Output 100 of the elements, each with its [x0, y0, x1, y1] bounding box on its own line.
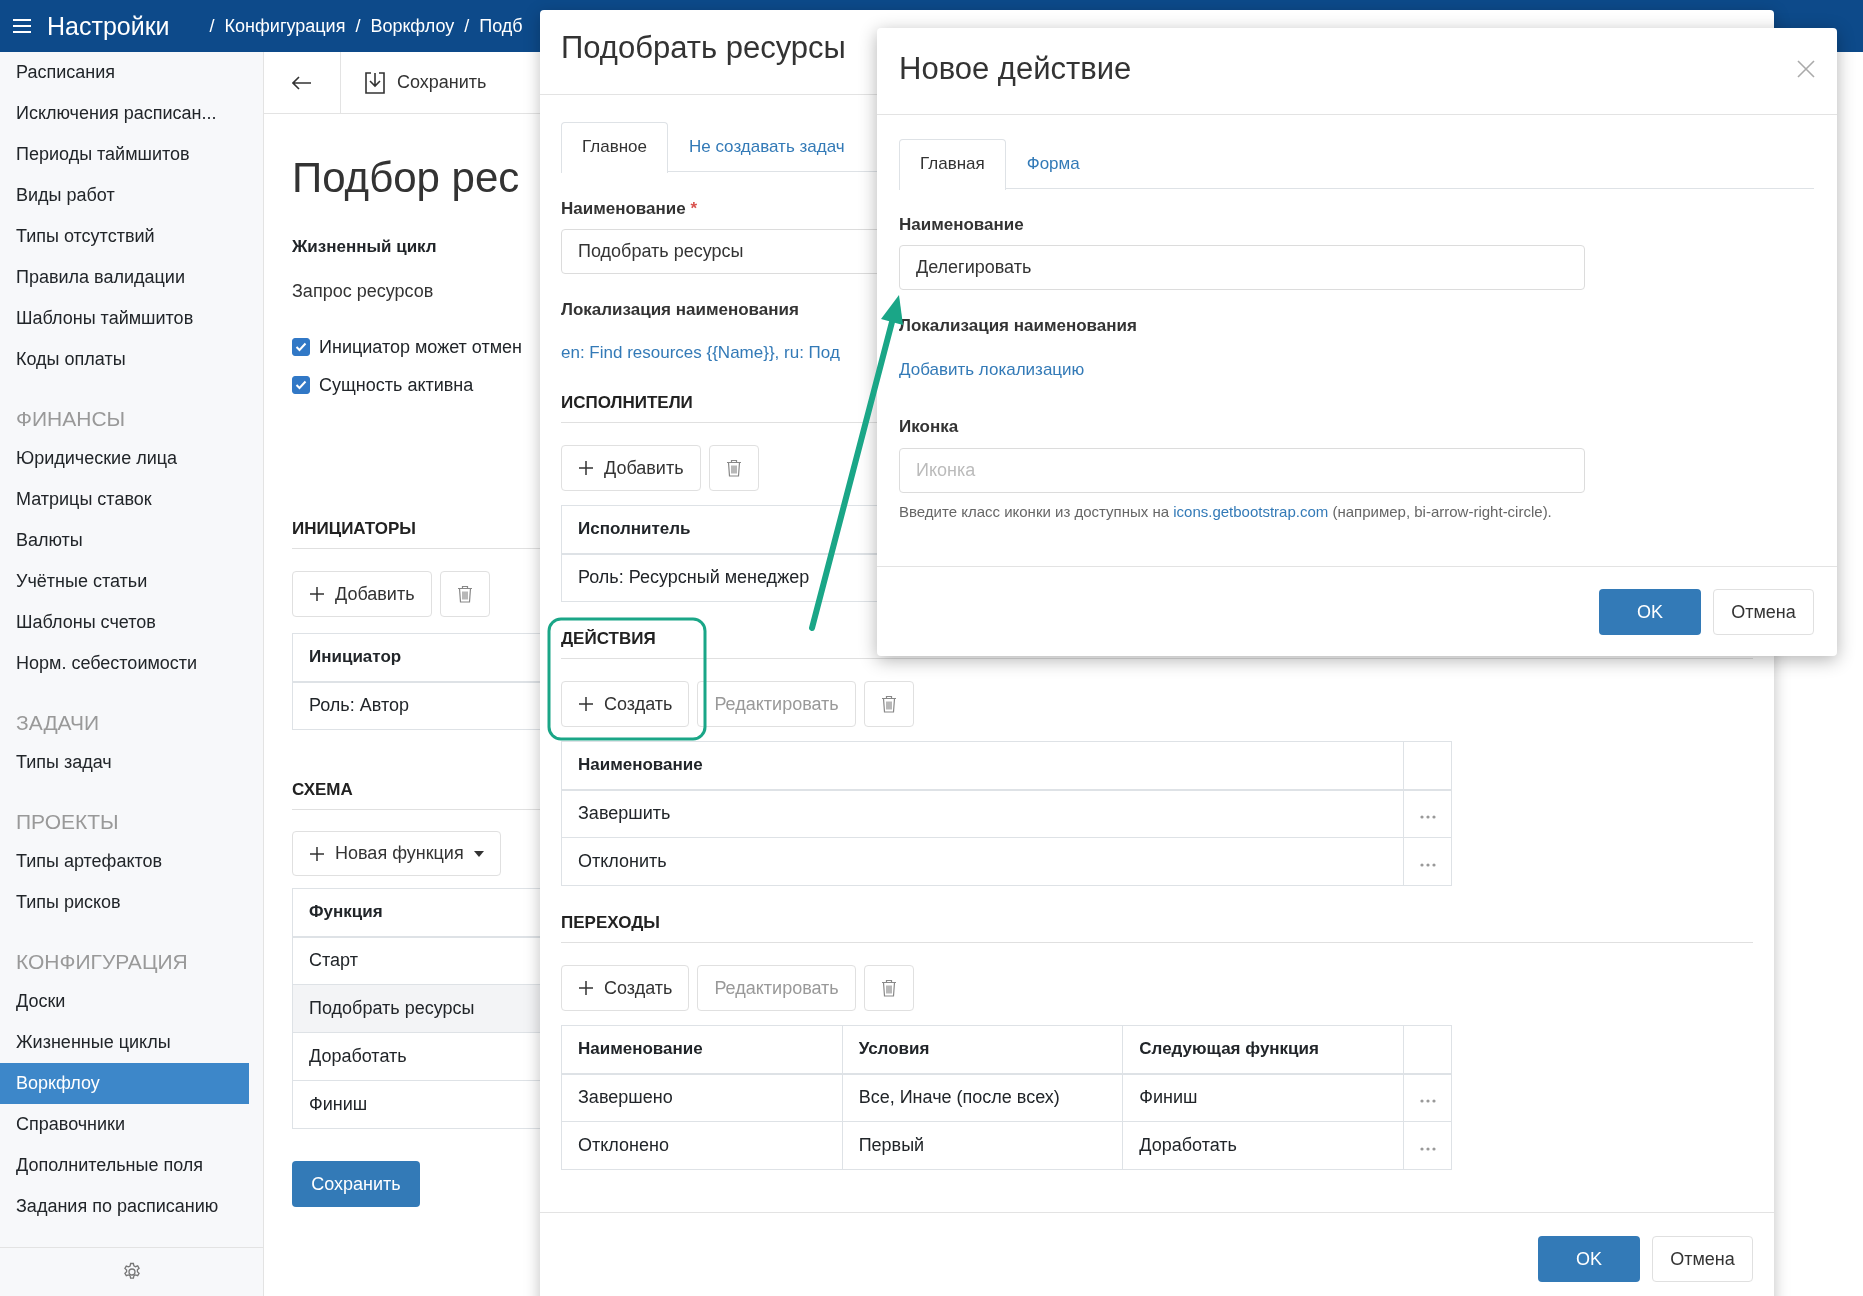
- field-label: Наименование: [899, 214, 1025, 236]
- dialog-title: Новое действие: [899, 51, 1132, 87]
- sidebar-item[interactable]: Типы отсутствий: [0, 216, 249, 257]
- tab[interactable]: Не создавать задач: [667, 122, 866, 172]
- back-arrow-icon: [292, 75, 312, 90]
- table-cell: Доработать: [1122, 1121, 1404, 1170]
- sidebar-item[interactable]: Периоды таймшитов: [0, 134, 249, 175]
- link[interactable]: icons.getbootstrap.com: [1173, 502, 1329, 522]
- add-button[interactable]: Создать: [561, 965, 690, 1011]
- ok-button[interactable]: OK: [1599, 589, 1701, 635]
- table-cell: Отклонить: [561, 837, 1404, 886]
- column-header: Наименование: [561, 741, 1404, 790]
- table-cell: Финиш: [1122, 1073, 1404, 1122]
- sidebar-item[interactable]: Коды оплаты: [0, 339, 249, 380]
- name-field[interactable]: Делегировать: [899, 245, 1585, 290]
- plus-icon: [578, 460, 594, 476]
- trash-icon: [456, 585, 473, 603]
- plus-icon: [578, 696, 594, 712]
- sidebar-item[interactable]: Типы рисков: [0, 882, 249, 923]
- close-icon[interactable]: [1797, 60, 1815, 78]
- save-icon: [363, 70, 387, 95]
- breadcrumb-separator: /: [209, 15, 215, 37]
- sidebar-item[interactable]: Типы артефактов: [0, 841, 249, 882]
- table-cell: Все, Иначе (после всех): [842, 1073, 1123, 1122]
- breadcrumb-link[interactable]: Подб: [479, 15, 523, 37]
- checkbox[interactable]: [292, 338, 310, 356]
- sidebar-item[interactable]: Доски: [0, 981, 249, 1022]
- sidebar-heading: ФИНАНСЫ: [15, 406, 127, 432]
- sidebar-heading: КОНФИГУРАЦИЯ: [15, 949, 189, 975]
- trash-icon: [880, 695, 897, 713]
- trash-icon: [880, 979, 897, 997]
- icon-field[interactable]: Иконка: [899, 448, 1585, 493]
- add-button[interactable]: Добавить: [561, 445, 701, 491]
- save-button[interactable]: Сохранить: [292, 1161, 420, 1207]
- cancel-button[interactable]: Отмена: [1713, 589, 1814, 635]
- sidebar-item[interactable]: Воркфлоу: [0, 1063, 249, 1104]
- menu-icon[interactable]: [13, 19, 31, 33]
- sidebar-item[interactable]: Задания по расписанию: [0, 1186, 249, 1227]
- cancel-button[interactable]: Отмена: [1652, 1236, 1753, 1282]
- field-label: Локализация наименования: [561, 299, 800, 321]
- sidebar-item[interactable]: Валюты: [0, 520, 249, 561]
- sidebar-item[interactable]: Расписания: [0, 52, 249, 93]
- dialog-title: Подобрать ресурсы: [561, 30, 846, 66]
- plus-icon: [578, 980, 594, 996]
- caret-icon: [473, 850, 484, 857]
- more-icon[interactable]: [1419, 815, 1436, 820]
- more-icon[interactable]: [1419, 1099, 1436, 1104]
- breadcrumb-separator: /: [464, 15, 470, 37]
- sidebar-heading: ЗАДАЧИ: [15, 710, 101, 736]
- column-header: Наименование: [561, 1025, 843, 1074]
- checkbox[interactable]: [292, 376, 310, 394]
- field-label: Локализация наименования: [899, 315, 1138, 337]
- field-value: Запрос ресурсов: [292, 280, 435, 303]
- column-header: Условия: [842, 1025, 1123, 1074]
- sidebar-item[interactable]: Шаблоны таймшитов: [0, 298, 249, 339]
- checkbox-label: Инициатор может отмен: [319, 336, 523, 358]
- app-title: Настройки: [47, 11, 170, 41]
- sidebar-item[interactable]: Юридические лица: [0, 438, 249, 479]
- plus-icon: [309, 845, 325, 862]
- sidebar-item[interactable]: Правила валидации: [0, 257, 249, 298]
- sidebar-item[interactable]: Справочники: [0, 1104, 249, 1145]
- sidebar-item[interactable]: Учётные статьи: [0, 561, 249, 602]
- add-button[interactable]: Добавить: [292, 571, 432, 617]
- new-function-button[interactable]: Новая функция: [292, 831, 501, 876]
- field-label: Наименование *: [561, 198, 699, 220]
- localization-link[interactable]: en: Find resources {{Name}}, ru: Под: [561, 340, 840, 366]
- breadcrumb-link[interactable]: Воркфлоу: [370, 15, 455, 37]
- delete-button[interactable]: [863, 965, 914, 1011]
- more-icon[interactable]: [1419, 1147, 1436, 1151]
- more-icon[interactable]: [1419, 863, 1436, 867]
- tab[interactable]: Главная: [899, 139, 1006, 190]
- sidebar-item[interactable]: Дополнительные поля: [0, 1145, 249, 1186]
- ok-button[interactable]: OK: [1538, 1236, 1640, 1282]
- delete-button[interactable]: [708, 445, 759, 491]
- sidebar-item[interactable]: Исключения расписан...: [0, 93, 249, 134]
- table-cell: Первый: [842, 1121, 1123, 1170]
- breadcrumb-link[interactable]: Конфигурация: [224, 15, 346, 37]
- section-heading: ПЕРЕХОДЫ: [561, 910, 1753, 943]
- table-cell: Отклонено: [561, 1121, 843, 1170]
- sidebar-item[interactable]: Виды работ: [0, 175, 249, 216]
- column-header: Следующая функция: [1122, 1025, 1404, 1074]
- field-label: Жизненный цикл: [292, 236, 438, 258]
- sidebar-item[interactable]: Норм. себестоимости: [0, 643, 249, 684]
- trash-icon: [725, 459, 742, 477]
- tab[interactable]: Главное: [561, 122, 668, 173]
- delete-button[interactable]: [863, 681, 914, 727]
- page-title: Подбор рес: [292, 153, 521, 203]
- sidebar-item[interactable]: Типы задач: [0, 742, 249, 783]
- sidebar-item[interactable]: Шаблоны счетов: [0, 602, 249, 643]
- add-localization-link[interactable]: Добавить локализацию: [899, 357, 1085, 383]
- plus-icon: [309, 586, 325, 602]
- delete-button[interactable]: [439, 571, 490, 617]
- table-cell: Завершено: [561, 1073, 843, 1122]
- sidebar-item[interactable]: Матрицы ставок: [0, 479, 249, 520]
- table-cell: Завершить: [561, 789, 1404, 838]
- sidebar-item[interactable]: Жизненные циклы: [0, 1022, 249, 1063]
- settings-icon[interactable]: [121, 1262, 142, 1282]
- add-button[interactable]: Создать: [561, 681, 690, 727]
- sidebar-heading: ПРОЕКТЫ: [15, 809, 120, 835]
- tab[interactable]: Форма: [1005, 139, 1101, 189]
